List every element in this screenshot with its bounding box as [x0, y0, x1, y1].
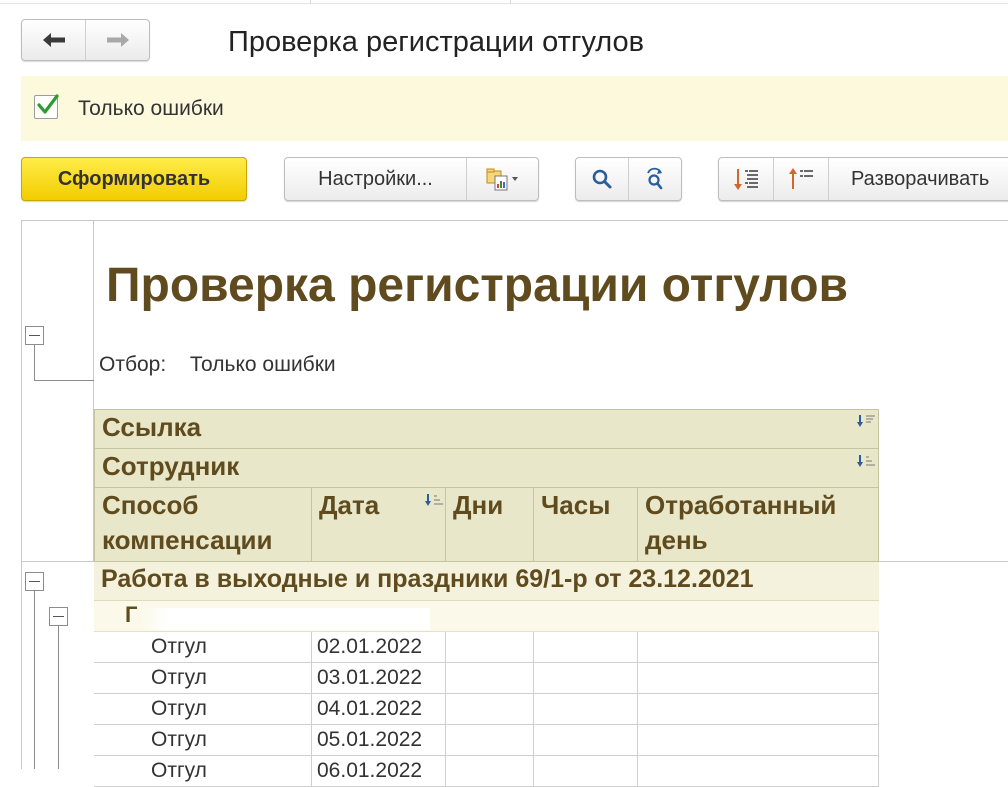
collapse-subgroup-toggle[interactable]: [49, 607, 68, 626]
row-date-text: 05.01.2022: [317, 728, 423, 751]
header-method[interactable]: Способ компенсации: [94, 487, 312, 562]
cell-empty[interactable]: [445, 694, 534, 725]
window-top-strip: [0, 0, 1008, 4]
search-icon: [592, 169, 612, 189]
cell-empty[interactable]: [445, 725, 534, 756]
cell-empty[interactable]: [637, 694, 879, 725]
cell-empty[interactable]: [637, 756, 879, 787]
row-method-text: Отгул: [151, 728, 207, 751]
back-button[interactable]: [22, 20, 85, 60]
settings-group: Настройки...: [284, 157, 539, 201]
group-row[interactable]: Работа в выходные и праздники 69/1-р от …: [94, 562, 879, 601]
header-hours-label: Часы: [541, 490, 611, 520]
cell-empty[interactable]: [533, 694, 638, 725]
cell-method[interactable]: Отгул: [94, 663, 312, 694]
cell-empty[interactable]: [533, 756, 638, 787]
search-group: [575, 157, 682, 201]
header-hours[interactable]: Часы: [533, 487, 638, 562]
cell-method[interactable]: Отгул: [94, 756, 312, 787]
header-worked-line1: Отработанный: [645, 490, 837, 520]
settings-button[interactable]: Настройки...: [285, 158, 466, 200]
cell-date[interactable]: 03.01.2022: [311, 663, 446, 694]
collapse-header-toggle[interactable]: [25, 326, 44, 345]
row-method-text: Отгул: [151, 759, 207, 782]
row-date-text: 02.01.2022: [317, 635, 423, 658]
cell-empty[interactable]: [445, 663, 534, 694]
arrow-right-icon: [106, 33, 129, 47]
cell-date[interactable]: 05.01.2022: [311, 725, 446, 756]
collapse-all-button[interactable]: [773, 158, 828, 200]
search-next-icon: [647, 167, 663, 190]
arrow-left-icon: [42, 33, 65, 47]
redacted-name: [140, 608, 430, 630]
collapse-list-icon: [789, 168, 813, 189]
cell-empty[interactable]: [533, 632, 638, 663]
cell-date[interactable]: 02.01.2022: [311, 632, 446, 663]
header-date-label: Дата: [319, 490, 380, 520]
cell-method[interactable]: Отгул: [94, 725, 312, 756]
header-date[interactable]: Дата: [311, 487, 446, 562]
grouping-group: Разворачивать: [718, 157, 1008, 201]
cell-empty[interactable]: [533, 725, 638, 756]
expand-levels-button[interactable]: Разворачивать: [828, 158, 1008, 200]
cell-empty[interactable]: [637, 725, 879, 756]
cell-method[interactable]: Отгул: [94, 632, 312, 663]
expand-all-button[interactable]: [719, 158, 773, 200]
header-days[interactable]: Дни: [445, 487, 534, 562]
header-worked-day[interactable]: Отработанный день: [637, 487, 879, 562]
report-variant-icon: [486, 168, 518, 191]
header-employee-label: Сотрудник: [102, 451, 240, 481]
cell-empty[interactable]: [445, 756, 534, 787]
report-variant-button[interactable]: [466, 158, 538, 200]
header-method-line1: Способ: [102, 490, 199, 520]
generate-button[interactable]: Сформировать: [21, 157, 247, 201]
sort-ascending-icon: [857, 455, 875, 467]
header-worked-line2: день: [645, 525, 708, 555]
header-link[interactable]: Ссылка: [94, 409, 879, 449]
group-title: Работа в выходные и праздники 69/1-р от …: [101, 565, 754, 593]
outline-line: [58, 626, 59, 769]
header-days-label: Дни: [453, 490, 504, 520]
outline-line: [34, 345, 35, 381]
report-title: Проверка регистрации отгулов: [106, 259, 849, 312]
header-method-line2: компенсации: [102, 525, 273, 555]
row-method-text: Отгул: [151, 635, 207, 658]
navigation-buttons: [21, 19, 150, 61]
header-employee[interactable]: Сотрудник: [94, 448, 879, 488]
row-method-text: Отгул: [151, 666, 207, 689]
row-date-text: 04.01.2022: [317, 697, 423, 720]
checkmark-icon: [37, 94, 59, 114]
cell-method[interactable]: Отгул: [94, 694, 312, 725]
only-errors-checkbox[interactable]: [34, 94, 59, 119]
filter-prefix: Отбор:: [99, 353, 167, 376]
only-errors-label[interactable]: Только ошибки: [78, 96, 224, 122]
forward-button[interactable]: [85, 20, 149, 60]
find-button[interactable]: [576, 158, 628, 200]
cell-empty[interactable]: [637, 663, 879, 694]
find-next-button[interactable]: [628, 158, 681, 200]
header-link-label: Ссылка: [102, 412, 202, 442]
window-title: Проверка регистрации отгулов: [228, 26, 645, 58]
cell-empty[interactable]: [533, 663, 638, 694]
row-date-text: 06.01.2022: [317, 759, 423, 782]
row-method-text: Отгул: [151, 697, 207, 720]
cell-date[interactable]: 04.01.2022: [311, 694, 446, 725]
cell-date[interactable]: 06.01.2022: [311, 756, 446, 787]
collapse-group-toggle[interactable]: [25, 572, 44, 591]
outline-line: [34, 591, 35, 769]
row-date-text: 03.01.2022: [317, 666, 423, 689]
subgroup-title: Г: [125, 602, 138, 627]
sort-descending-icon: [857, 415, 875, 427]
report-filter-line: Отбор: Только ошибки: [99, 352, 336, 378]
cell-empty[interactable]: [637, 632, 879, 663]
expand-list-icon: [734, 169, 758, 190]
filter-panel: Только ошибки: [21, 76, 1008, 141]
outline-line: [34, 380, 94, 381]
filter-value: Только ошибки: [189, 353, 336, 376]
sort-ascending-icon: [425, 494, 443, 506]
cell-empty[interactable]: [445, 632, 534, 663]
